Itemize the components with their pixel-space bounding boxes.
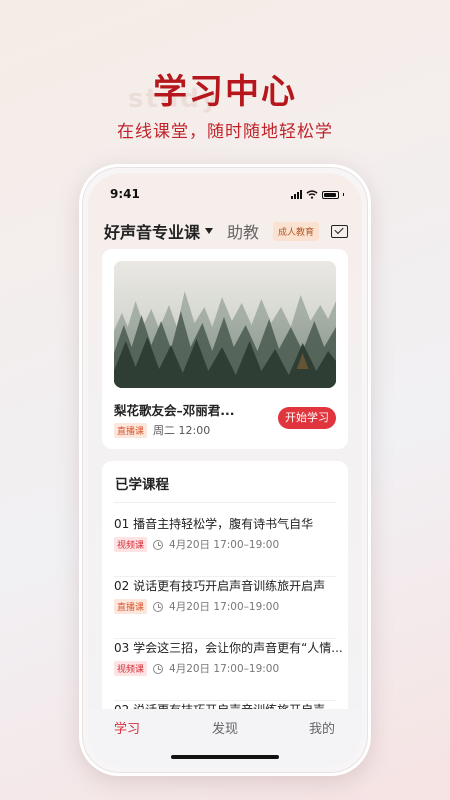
top-nav: 好声音专业课 助教 成人教育: [104, 219, 348, 243]
learned-courses-card: 已学课程 01 播音主持轻松学，腹有诗书气自华 视频课 4月20日 17:00–…: [102, 461, 348, 721]
battery-icon: [322, 190, 339, 199]
status-bar: 9:41: [88, 187, 362, 203]
course-time: 4月20日 17:00–19:00: [169, 663, 280, 675]
phone-frame: 9:41 好声音专业课 助教 成人教育 梨花歌友会–邓丽君... 直播课 周二 …: [79, 164, 371, 776]
live-tag: 直播课: [114, 422, 148, 438]
tab-discover[interactable]: 发现: [212, 718, 238, 737]
live-course-time: 周二 12:00: [153, 424, 211, 437]
caret-down-icon[interactable]: [205, 228, 214, 234]
home-indicator[interactable]: [171, 755, 279, 759]
learned-section-title: 已学课程: [115, 477, 169, 493]
status-time: 9:41: [110, 187, 140, 201]
course-list-item[interactable]: 03 学会这三招，会让你的声音更有“人情... 视频课 4月20日 17:00–…: [114, 639, 343, 701]
clock-icon: [153, 601, 164, 612]
course-time: 4月20日 17:00–19:00: [169, 601, 280, 613]
forest-illustration: [114, 261, 336, 388]
hero-title: 学习中心: [153, 72, 297, 112]
phone-screen: 9:41 好声音专业课 助教 成人教育 梨花歌友会–邓丽君... 直播课 周二 …: [88, 173, 362, 767]
tab-bar: 学习 发现 我的: [88, 709, 362, 767]
divider: [114, 502, 336, 503]
live-course-card[interactable]: 梨花歌友会–邓丽君... 直播课 周二 12:00 开始学习: [102, 249, 348, 449]
course-time: 4月20日 17:00–19:00: [169, 539, 280, 551]
course-list-item[interactable]: 01 播音主持轻松学，腹有诗书气自华 视频课 4月20日 17:00–19:00: [114, 515, 336, 577]
course-list-item[interactable]: 02 说话更有技巧开启声音训练旅开启声 直播课 4月20日 17:00–19:0…: [114, 577, 336, 639]
tab-study[interactable]: 学习: [114, 718, 140, 737]
course-type-tag: 视频课: [114, 661, 148, 676]
course-name: 01 播音主持轻松学，腹有诗书气自华: [114, 517, 314, 531]
course-selector[interactable]: 好声音专业课: [104, 219, 200, 243]
assistant-tab[interactable]: 助教: [227, 219, 259, 243]
hero-subtitle: 在线课堂，随时随地轻松学: [117, 122, 333, 142]
status-icons: [291, 190, 344, 199]
course-meta: 视频课 4月20日 17:00–19:00: [114, 537, 279, 552]
course-meta: 直播课 4月20日 17:00–19:00: [114, 599, 279, 614]
clock-icon: [153, 539, 164, 550]
course-name: 02 说话更有技巧开启声音训练旅开启声: [114, 579, 326, 593]
live-course-title: 梨花歌友会–邓丽君...: [114, 403, 235, 418]
battery-cap: [343, 193, 344, 196]
wifi-icon: [306, 190, 318, 199]
tab-mine[interactable]: 我的: [309, 718, 335, 737]
course-type-tag: 视频课: [114, 537, 148, 552]
course-type-tag: 直播课: [114, 599, 148, 614]
course-meta: 视频课 4月20日 17:00–19:00: [114, 661, 279, 676]
clock-icon: [153, 663, 164, 674]
course-cover-image: [114, 261, 336, 388]
course-name: 03 学会这三招，会让你的声音更有“人情...: [114, 641, 343, 655]
signal-icon: [291, 190, 302, 199]
start-learning-button[interactable]: 开始学习: [278, 407, 336, 429]
adult-education-badge: 成人教育: [272, 221, 319, 241]
live-course-meta: 直播课 周二 12:00: [114, 422, 210, 438]
mail-icon[interactable]: [331, 224, 348, 238]
